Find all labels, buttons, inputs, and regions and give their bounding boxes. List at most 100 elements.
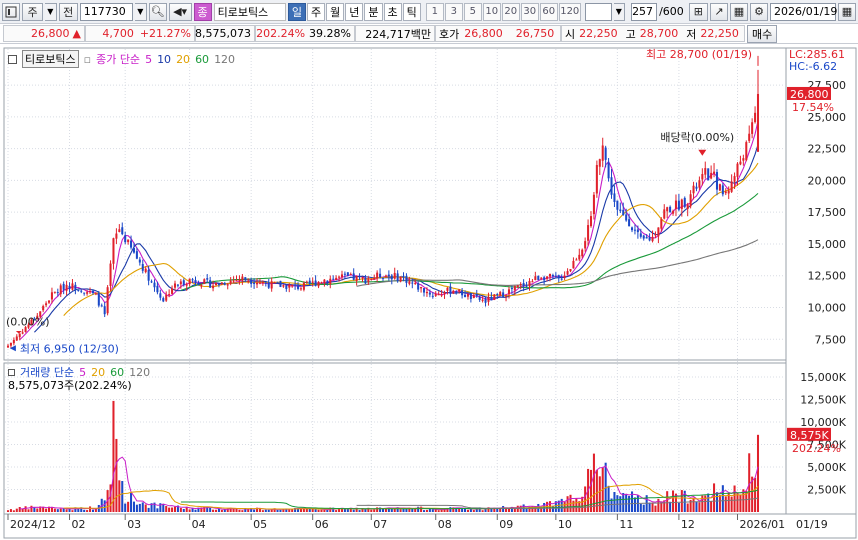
interval-60[interactable]: 60	[539, 2, 558, 21]
candle-body	[543, 277, 546, 281]
interval-120[interactable]: 120	[558, 2, 581, 21]
layout-button[interactable]: ⊞	[688, 2, 708, 21]
prev-button[interactable]: 전	[58, 2, 78, 21]
volume-bar	[713, 483, 716, 512]
x-tick-label: 07	[373, 518, 387, 531]
table-button[interactable]: ▦	[730, 2, 748, 21]
volume-bar	[589, 469, 593, 512]
interval-dropdown-icon[interactable]: ▼	[613, 2, 626, 21]
volume-bar	[551, 505, 554, 512]
sound-button[interactable]: ◀▾	[168, 2, 192, 21]
candle-body	[689, 194, 692, 207]
draw-tools-icon: ↗	[714, 5, 724, 18]
interval-30[interactable]: 30	[520, 2, 539, 21]
interval-5[interactable]: 5	[463, 2, 482, 21]
interval-3[interactable]: 3	[444, 2, 463, 21]
tab-month[interactable]: 월	[326, 2, 345, 21]
legend-stock-name: 티로보틱스	[22, 50, 79, 68]
settings-button[interactable]: ⚙	[750, 2, 768, 21]
volume-bar	[584, 486, 587, 512]
candle-body	[715, 172, 719, 190]
volume-bar	[212, 509, 215, 512]
candle-body	[135, 251, 138, 259]
tools-button[interactable]: ↗	[710, 2, 728, 21]
candle-body	[261, 282, 264, 284]
volume-bar	[710, 501, 713, 512]
buy-button[interactable]: 매수	[747, 24, 778, 43]
candle-body	[6, 345, 10, 348]
candle-body	[83, 292, 86, 294]
interval-custom-input[interactable]	[584, 2, 612, 21]
volume-bar	[399, 509, 402, 512]
market-dropdown-icon[interactable]: ▼	[45, 2, 57, 21]
volume-bar	[373, 509, 376, 512]
candle-body	[59, 285, 62, 295]
candle-body	[569, 269, 572, 272]
volume-bar	[651, 502, 654, 512]
volume-bar	[168, 507, 171, 512]
candle-body	[648, 237, 651, 241]
candle-body	[610, 177, 613, 195]
candle-body	[168, 294, 171, 296]
search-button[interactable]: 🔍︎	[148, 2, 167, 21]
candle-body	[674, 200, 677, 209]
candle-body	[601, 145, 604, 161]
candle-body	[452, 290, 455, 294]
calendar-button[interactable]: ▦	[838, 2, 856, 21]
candle-body	[326, 280, 329, 283]
volume-bar	[376, 507, 379, 512]
period-tabs: 일 주 월 년 분 초 틱	[287, 2, 421, 21]
candle-body	[379, 273, 382, 278]
count-input[interactable]: 257	[631, 2, 658, 21]
turnover: 39.28%	[309, 27, 351, 40]
tab-year[interactable]: 년	[345, 2, 364, 21]
price-pane	[3, 47, 787, 361]
date-input[interactable]: 2026/01/19	[770, 2, 837, 21]
candle-body	[672, 211, 675, 214]
chart-area[interactable]: 27,500 25,000 22,500 20,000 17,500 15,000 12,5…	[0, 46, 858, 540]
interval-10[interactable]: 10	[482, 2, 501, 21]
chart-svg: 27,50025,00022,50020,00017,50015,00012,5…	[3, 47, 857, 539]
volume-bar	[115, 438, 118, 512]
candle-body	[94, 293, 97, 295]
legend-ma10: 10	[157, 52, 172, 66]
candle-body	[355, 276, 358, 281]
tab-second[interactable]: 초	[383, 2, 402, 21]
tab-day[interactable]: 일	[287, 2, 306, 21]
candle-body	[502, 292, 505, 297]
candle-body	[742, 158, 745, 161]
interval-20[interactable]: 20	[501, 2, 520, 21]
candle-body	[311, 281, 314, 283]
tab-week[interactable]: 주	[307, 2, 326, 21]
volume-bar	[648, 502, 651, 512]
volume-bar	[124, 503, 127, 512]
stock-code-input[interactable]: 117730	[79, 2, 134, 21]
candle-body	[631, 227, 634, 231]
buy-label: 매수	[752, 27, 773, 41]
candle-body	[9, 342, 12, 346]
stock-code: 117730	[83, 5, 126, 18]
interval-1[interactable]: 1	[425, 2, 444, 21]
candle-body	[203, 279, 206, 285]
high-label: 고	[625, 27, 636, 41]
tab-minute[interactable]: 분	[364, 2, 383, 21]
chart-type-icon[interactable]	[2, 2, 20, 21]
candle-body	[276, 281, 279, 283]
market-select[interactable]: 주	[22, 2, 44, 21]
tab-tick[interactable]: 틱	[402, 2, 421, 21]
layout-icon: ⊞	[693, 5, 703, 18]
volume-bar	[320, 509, 323, 512]
search-icon: 🔍︎	[150, 5, 165, 18]
volume-bar	[214, 509, 218, 512]
volume-bar	[437, 510, 440, 512]
candle-body	[270, 281, 273, 289]
candle-body	[417, 283, 420, 290]
volume-bar	[91, 509, 94, 512]
candle-body	[121, 227, 124, 235]
candle-body	[598, 159, 601, 167]
volume-tick-label: 5,000K	[807, 461, 846, 474]
volume-bar	[65, 509, 68, 512]
last-price-label: 26,800	[790, 88, 829, 101]
code-dropdown-icon[interactable]: ▼	[135, 2, 147, 21]
candle-body	[628, 219, 631, 227]
